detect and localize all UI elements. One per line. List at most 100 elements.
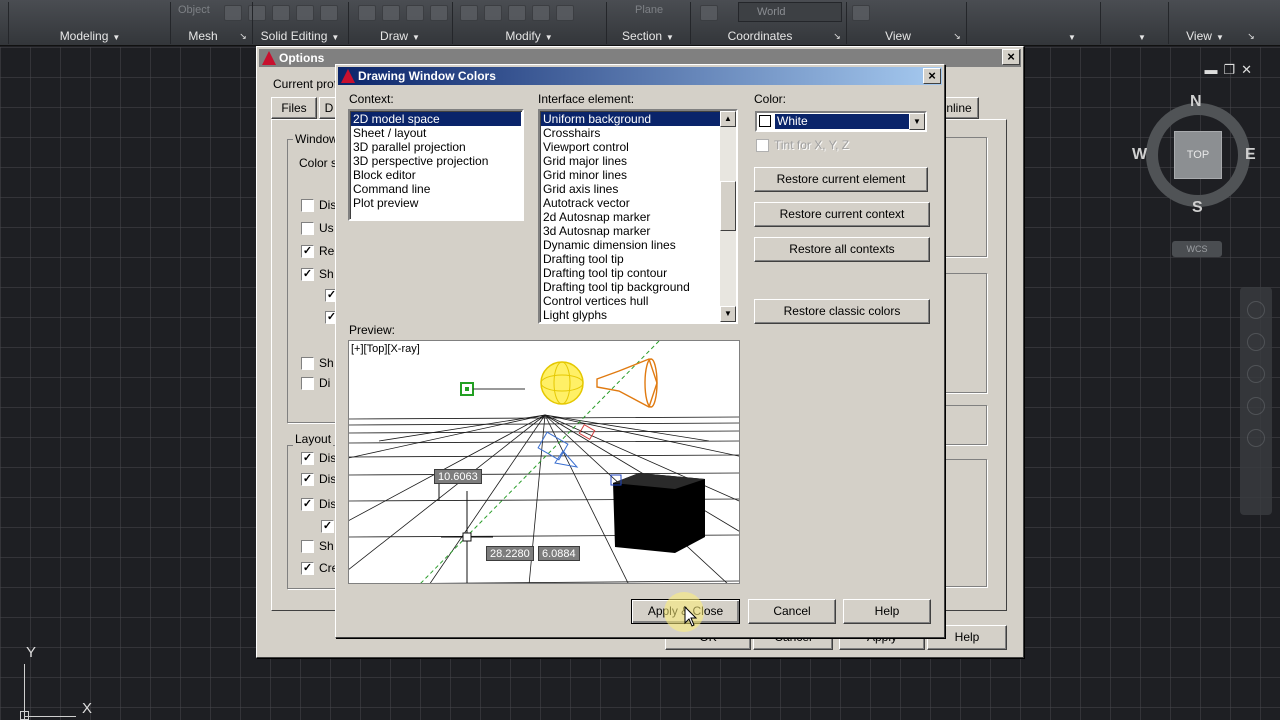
window-option-checkbox[interactable] bbox=[301, 199, 314, 212]
panel-solid-editing[interactable]: Solid Editing ▼ bbox=[254, 27, 346, 45]
tool-icon[interactable] bbox=[484, 5, 502, 21]
view2-launcher-icon[interactable]: ↘ bbox=[1244, 27, 1258, 45]
interface-element-item[interactable]: Drafting tool tip contour bbox=[541, 266, 721, 280]
window-option-checkbox[interactable] bbox=[301, 222, 314, 235]
scroll-up-arrow-icon[interactable]: ▲ bbox=[720, 111, 736, 127]
context-item[interactable]: Sheet / layout bbox=[351, 126, 521, 140]
panel-dropdown-icon[interactable]: ▼ bbox=[1050, 27, 1090, 45]
mesh-launcher-icon[interactable]: ↘ bbox=[236, 27, 250, 45]
tool-icon[interactable] bbox=[406, 5, 424, 21]
window-option-checkbox[interactable] bbox=[301, 357, 314, 370]
tool-icon[interactable] bbox=[248, 5, 266, 21]
pan-icon[interactable] bbox=[1247, 333, 1265, 351]
wcs-menu-button[interactable]: WCS bbox=[1172, 241, 1222, 257]
color-dropdown-arrow-icon[interactable]: ▼ bbox=[909, 113, 925, 130]
panel-dropdown-icon[interactable]: ▼ bbox=[1120, 27, 1160, 45]
tool-icon[interactable] bbox=[556, 5, 574, 21]
view-launcher-icon[interactable]: ↘ bbox=[950, 27, 964, 45]
tool-icon[interactable] bbox=[358, 5, 376, 21]
panel-draw[interactable]: Draw ▼ bbox=[350, 27, 450, 45]
interface-element-item[interactable]: Drafting tool tip bbox=[541, 252, 721, 266]
restore-all-contexts-button[interactable]: Restore all contexts bbox=[754, 237, 930, 262]
viewcube[interactable]: TOP N S E W bbox=[1132, 93, 1258, 217]
panel-view[interactable]: View bbox=[848, 27, 948, 45]
coordinates-launcher-icon[interactable]: ↘ bbox=[830, 27, 844, 45]
restore-current-context-button[interactable]: Restore current context bbox=[754, 202, 930, 227]
window-option-checkbox[interactable] bbox=[301, 377, 314, 390]
steering-wheel-icon[interactable] bbox=[1247, 301, 1265, 319]
panel-modeling[interactable]: Modeling ▼ bbox=[10, 27, 170, 45]
interface-scrollbar[interactable]: ▲ ▼ bbox=[720, 111, 736, 322]
window-option-checkbox[interactable]: ✓ bbox=[301, 245, 314, 258]
tool-icon[interactable] bbox=[430, 5, 448, 21]
layout-option-checkbox[interactable]: ✓ bbox=[321, 520, 334, 533]
compass-east[interactable]: E bbox=[1245, 146, 1256, 164]
interface-element-item[interactable]: Light glyphs bbox=[541, 308, 721, 322]
context-item[interactable]: 3D perspective projection bbox=[351, 154, 521, 168]
restore-current-element-button[interactable]: Restore current element bbox=[754, 167, 928, 192]
layout-option-checkbox[interactable]: ✓ bbox=[301, 562, 314, 575]
compass-north[interactable]: N bbox=[1190, 93, 1202, 111]
compass-west[interactable]: W bbox=[1132, 146, 1147, 164]
tool-icon[interactable] bbox=[296, 5, 314, 21]
panel-view-2[interactable]: View ▼ bbox=[1170, 27, 1240, 45]
close-icon[interactable]: ✕ bbox=[1241, 62, 1252, 78]
zoom-icon[interactable] bbox=[1247, 365, 1265, 383]
context-item[interactable]: 3D parallel projection bbox=[351, 140, 521, 154]
interface-element-item[interactable]: Grid minor lines bbox=[541, 168, 721, 182]
window-option-checkbox[interactable]: ✓ bbox=[301, 268, 314, 281]
interface-element-item[interactable]: Autotrack vector bbox=[541, 196, 721, 210]
world-select[interactable]: World bbox=[738, 2, 842, 22]
panel-section[interactable]: Section ▼ bbox=[608, 27, 688, 45]
panel-coordinates[interactable]: Coordinates bbox=[692, 27, 828, 45]
scroll-thumb[interactable] bbox=[720, 181, 736, 231]
context-item[interactable]: Command line bbox=[351, 182, 521, 196]
layout-option-checkbox[interactable]: ✓ bbox=[301, 452, 314, 465]
panel-mesh[interactable]: Mesh bbox=[172, 27, 234, 45]
interface-element-item[interactable]: Uniform background bbox=[541, 112, 721, 126]
tool-icon[interactable] bbox=[852, 5, 870, 21]
panel-modify[interactable]: Modify ▼ bbox=[454, 27, 604, 45]
interface-element-item[interactable]: Drafting tool tip background bbox=[541, 280, 721, 294]
context-list[interactable]: 2D model space Sheet / layout 3D parallel … bbox=[348, 109, 524, 221]
tool-icon[interactable] bbox=[460, 5, 478, 21]
tab-online[interactable]: nline bbox=[939, 97, 979, 119]
restore-classic-colors-button[interactable]: Restore classic colors bbox=[754, 299, 930, 324]
context-item[interactable]: 2D model space bbox=[351, 112, 521, 126]
interface-element-item[interactable]: Grid axis lines bbox=[541, 182, 721, 196]
scroll-down-arrow-icon[interactable]: ▼ bbox=[720, 306, 736, 322]
interface-element-item[interactable]: Control vertices hull bbox=[541, 294, 721, 308]
tool-icon[interactable] bbox=[700, 5, 718, 21]
showmotion-icon[interactable] bbox=[1247, 429, 1265, 447]
context-item[interactable]: Block editor bbox=[351, 168, 521, 182]
interface-element-item[interactable]: Crosshairs bbox=[541, 126, 721, 140]
interface-element-item[interactable]: 3d Autosnap marker bbox=[541, 224, 721, 238]
interface-element-item[interactable]: Grid major lines bbox=[541, 154, 721, 168]
restore-icon[interactable]: ❐ bbox=[1223, 62, 1235, 78]
tool-icon[interactable] bbox=[508, 5, 526, 21]
tool-icon[interactable] bbox=[320, 5, 338, 21]
orbit-icon[interactable] bbox=[1247, 397, 1265, 415]
layout-option-checkbox[interactable]: ✓ bbox=[301, 473, 314, 486]
viewcube-top-face[interactable]: TOP bbox=[1174, 131, 1222, 179]
options-close-button[interactable]: × bbox=[1002, 49, 1020, 65]
help-button[interactable]: Help bbox=[843, 599, 931, 624]
layout-option-checkbox[interactable] bbox=[301, 540, 314, 553]
minimize-icon[interactable]: ▬ bbox=[1204, 62, 1217, 78]
layout-option-checkbox[interactable]: ✓ bbox=[301, 498, 314, 511]
cancel-button[interactable]: Cancel bbox=[748, 599, 836, 624]
color-select[interactable]: White ▼ bbox=[755, 111, 927, 132]
tool-icon[interactable] bbox=[532, 5, 550, 21]
interface-element-item[interactable]: Viewport control bbox=[541, 140, 721, 154]
tint-checkbox[interactable] bbox=[756, 139, 769, 152]
context-item[interactable]: Plot preview bbox=[351, 196, 521, 210]
interface-element-item[interactable]: 2d Autosnap marker bbox=[541, 210, 721, 224]
compass-south[interactable]: S bbox=[1192, 199, 1203, 217]
tool-icon[interactable] bbox=[272, 5, 290, 21]
tool-icon[interactable] bbox=[224, 5, 242, 21]
interface-element-item[interactable]: Dynamic dimension lines bbox=[541, 238, 721, 252]
tab-files[interactable]: Files bbox=[271, 97, 317, 119]
interface-element-list[interactable]: Uniform background Crosshairs Viewport con… bbox=[538, 109, 738, 324]
colors-close-button[interactable]: × bbox=[923, 68, 941, 84]
tool-icon[interactable] bbox=[382, 5, 400, 21]
